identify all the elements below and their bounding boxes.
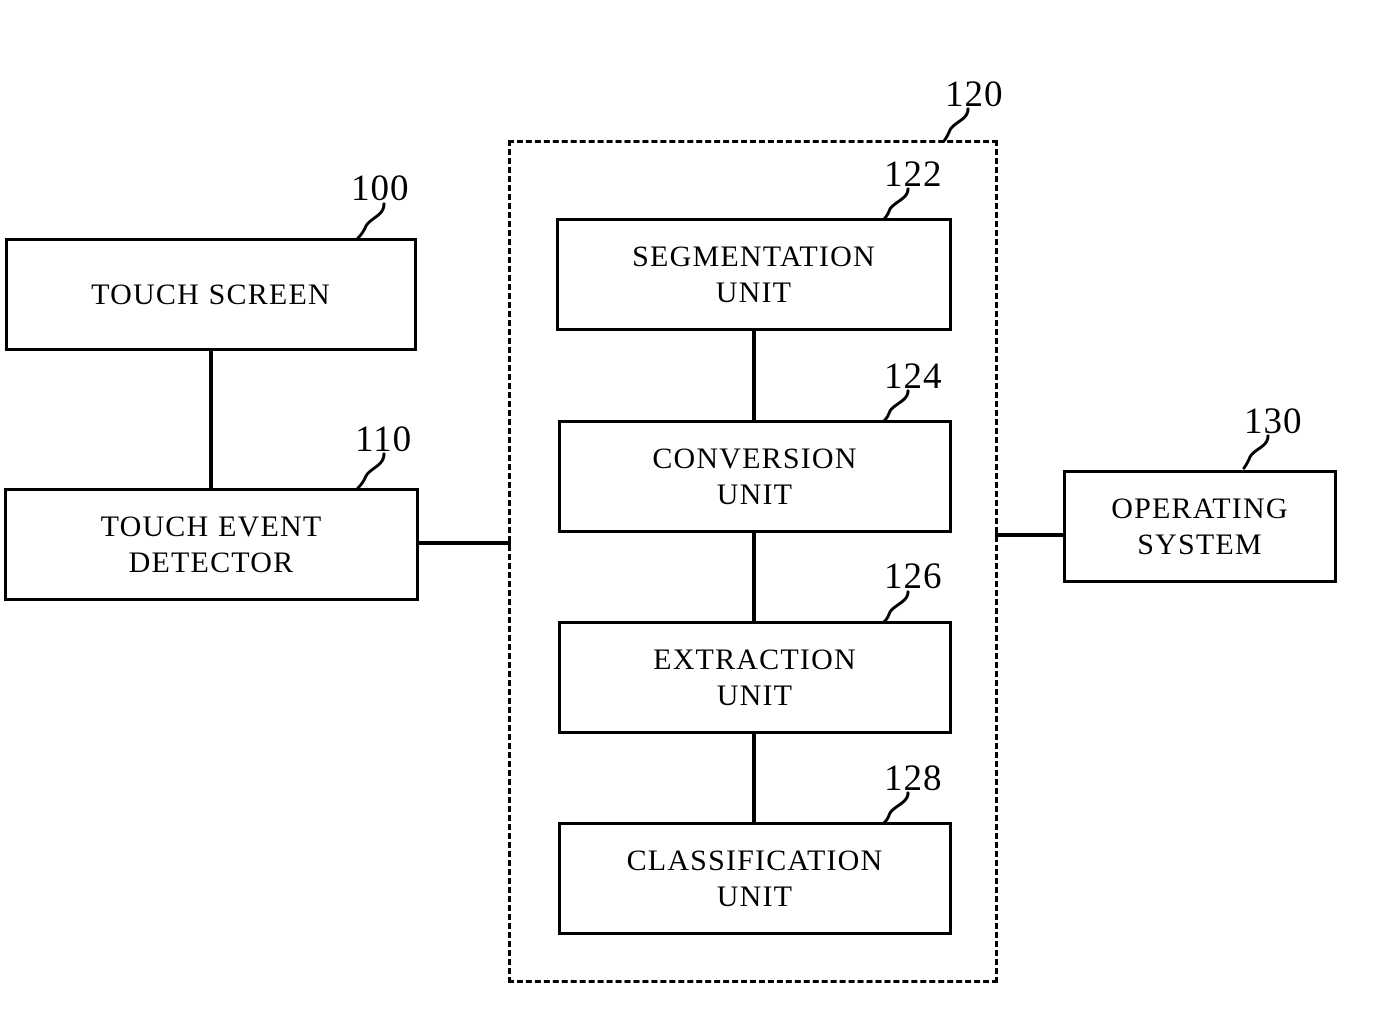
connector-extraction-to-classification: [752, 732, 756, 824]
block-extraction-unit[interactable]: EXTRACTION UNIT: [558, 621, 952, 734]
connector-conversion-to-extraction: [752, 531, 756, 623]
ref-numeral-124: 124: [884, 356, 943, 397]
block-segmentation-unit[interactable]: SEGMENTATION UNIT: [556, 218, 952, 331]
ref-numeral-130: 130: [1244, 401, 1303, 442]
block-operating-system-label: OPERATING SYSTEM: [1111, 492, 1289, 561]
figure-canvas: TOUCH SCREEN TOUCH EVENT DETECTOR SEGMEN…: [0, 0, 1394, 1036]
ref-numeral-110: 110: [355, 419, 413, 460]
block-touch-screen-label: TOUCH SCREEN: [91, 277, 331, 311]
connector-touch-screen-to-detector: [209, 349, 213, 490]
connector-segmentation-to-conversion: [752, 329, 756, 422]
block-segmentation-unit-label: SEGMENTATION UNIT: [632, 240, 876, 309]
block-conversion-unit-label: CONVERSION UNIT: [652, 442, 858, 511]
block-operating-system[interactable]: OPERATING SYSTEM: [1063, 470, 1337, 583]
ref-numeral-128: 128: [884, 758, 943, 799]
block-conversion-unit[interactable]: CONVERSION UNIT: [558, 420, 952, 533]
ref-numeral-126: 126: [884, 556, 943, 597]
block-touch-event-detector-label: TOUCH EVENT DETECTOR: [100, 510, 323, 579]
ref-numeral-120: 120: [945, 74, 1004, 115]
block-classification-unit[interactable]: CLASSIFICATION UNIT: [558, 822, 952, 935]
block-extraction-unit-label: EXTRACTION UNIT: [653, 643, 857, 712]
connector-processor-group-to-operating-system: [995, 533, 1065, 537]
connector-detector-to-processor-group: [417, 541, 511, 545]
block-classification-unit-label: CLASSIFICATION UNIT: [626, 844, 884, 913]
block-touch-event-detector[interactable]: TOUCH EVENT DETECTOR: [4, 488, 419, 601]
block-touch-screen[interactable]: TOUCH SCREEN: [5, 238, 417, 351]
ref-numeral-100: 100: [351, 168, 410, 209]
ref-numeral-122: 122: [884, 154, 943, 195]
